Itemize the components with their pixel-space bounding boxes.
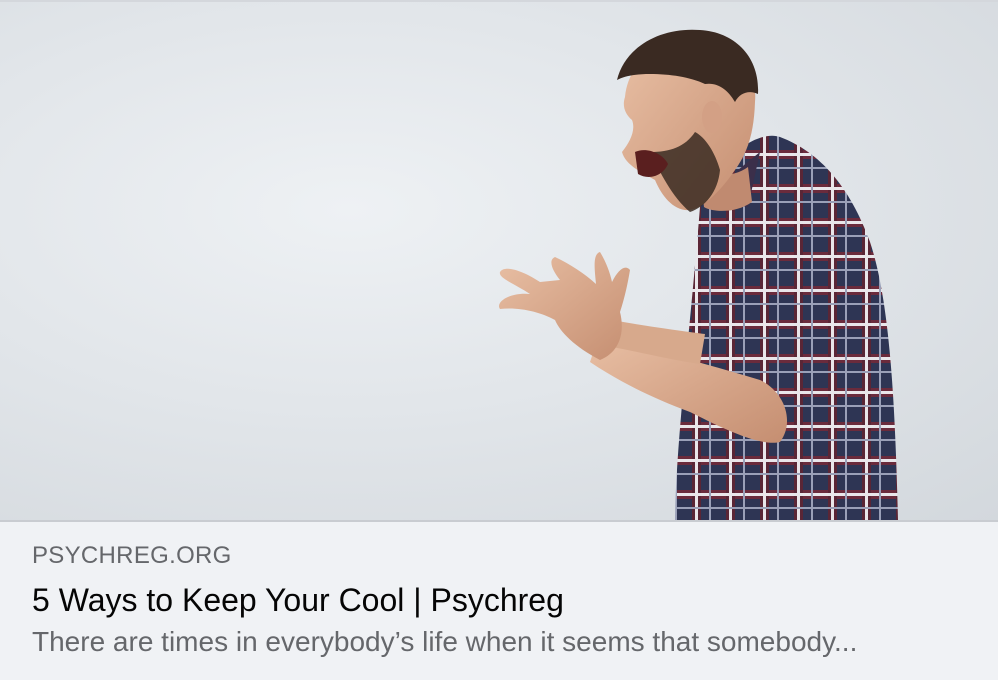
link-preview-meta: PSYCHREG.ORG 5 Ways to Keep Your Cool | … (32, 522, 974, 680)
link-preview-card[interactable]: PSYCHREG.ORG 5 Ways to Keep Your Cool | … (0, 0, 998, 680)
link-description: There are times in everybody’s life when… (32, 626, 858, 657)
link-domain: PSYCHREG.ORG (32, 542, 232, 569)
angry-man-illustration (499, 29, 898, 520)
link-title[interactable]: 5 Ways to Keep Your Cool | Psychreg (32, 582, 564, 619)
link-preview-image[interactable] (0, 2, 998, 522)
